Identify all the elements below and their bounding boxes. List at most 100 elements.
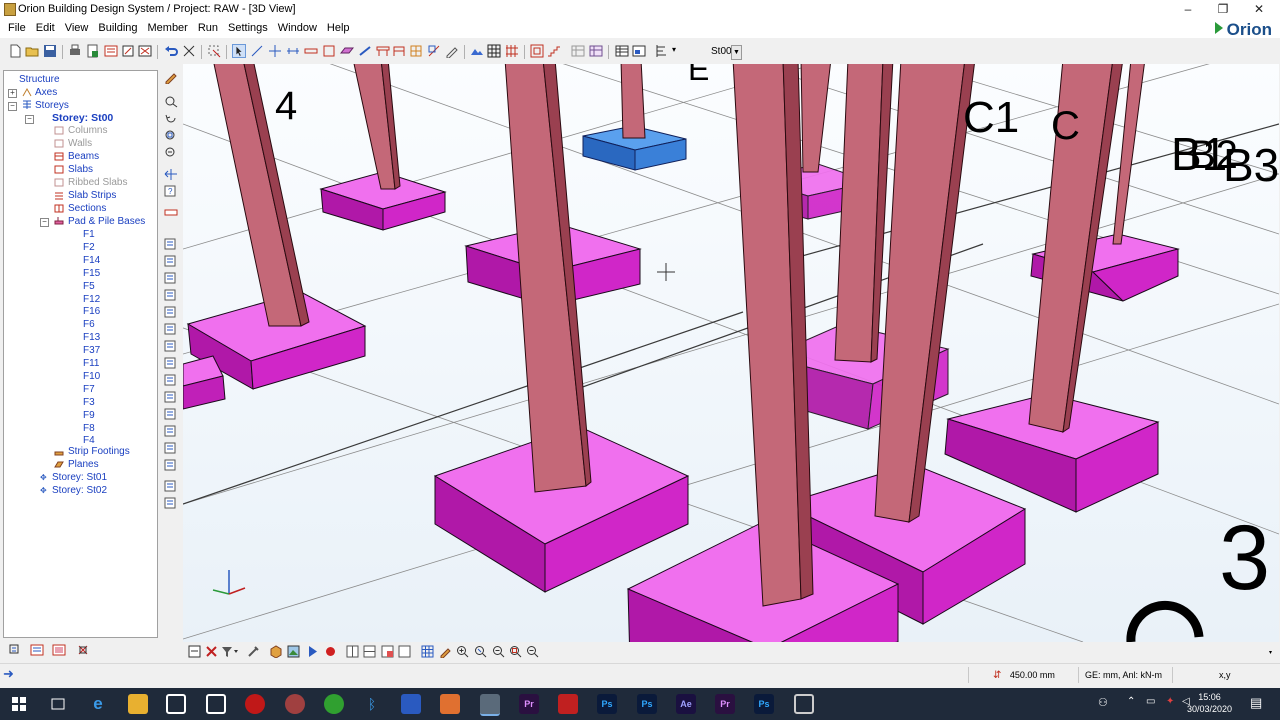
list-16-icon[interactable] [164,497,178,510]
expand-axes-icon[interactable]: + [8,89,17,98]
footing-item[interactable]: F7 [83,384,95,396]
close-x-icon[interactable] [205,645,218,658]
collapse-storey-icon[interactable]: − [25,115,34,124]
app-icon-orange[interactable] [440,694,460,714]
menu-window[interactable]: Window [273,18,322,38]
app-icon-gear[interactable] [285,694,305,714]
table-gray-icon[interactable] [571,44,585,58]
footing-item[interactable]: F11 [83,358,100,370]
edge-icon[interactable]: e [88,694,108,714]
fullscreen-icon[interactable] [398,645,411,658]
maximize-button[interactable]: ❐ [1205,0,1241,18]
spreadsheet-icon[interactable] [615,44,629,58]
footing-item[interactable]: F2 [83,242,95,254]
tree-root[interactable]: Structure [19,74,60,86]
zoom-window-bottom-icon[interactable] [509,645,522,658]
split-view-icon[interactable] [363,645,376,658]
premiere-icon-2[interactable]: Pr [715,694,735,714]
section-icon[interactable] [427,44,441,58]
window-icon[interactable] [530,44,544,58]
list-7-icon[interactable] [164,340,178,353]
list-13-icon[interactable] [164,442,178,455]
zoom-extents-icon[interactable] [492,645,505,658]
box-3d-icon[interactable] [269,645,282,658]
list-6-icon[interactable] [164,323,178,336]
photoshop-icon-2[interactable]: Ps [637,694,657,714]
footing-item[interactable]: F1 [83,229,95,241]
dimension-icon[interactable] [286,44,300,58]
column-6[interactable] [800,64,831,173]
stairs-icon[interactable] [547,44,561,58]
open-folder-icon[interactable] [25,44,39,58]
terrain-icon[interactable] [470,44,484,58]
menu-settings[interactable]: Settings [223,18,273,38]
orion-taskbar-icon[interactable] [480,694,500,716]
task-view-icon[interactable] [50,696,66,712]
beam-icon[interactable] [304,44,318,58]
word-icon[interactable] [401,694,421,714]
menu-member[interactable]: Member [143,18,193,38]
tree-member-sections[interactable]: Sections [68,203,106,215]
column-2[interactable] [353,64,401,190]
list-15-icon[interactable] [164,480,178,493]
windows-start-icon[interactable] [12,697,26,711]
footing-item[interactable]: F8 [83,423,95,435]
minimize-button[interactable]: – [1170,0,1206,18]
tray-chevron-icon[interactable]: ⌃ [1127,696,1135,707]
report-icon[interactable] [104,44,118,58]
menu-run[interactable]: Run [193,18,223,38]
after-effects-icon[interactable]: Ae [676,694,696,714]
network-icon[interactable]: ✦ [1166,696,1174,707]
acrobat-icon[interactable] [558,694,578,714]
filter-dropdown-icon[interactable] [221,645,239,658]
column-icon[interactable] [322,44,336,58]
tree-storey-st01[interactable]: Storey: St01 [52,472,107,484]
recorder-icon[interactable] [794,694,814,714]
layout-icon[interactable] [655,44,669,58]
single-view-icon[interactable] [346,645,359,658]
rotate-icon[interactable] [164,112,178,125]
grid-toggle-icon[interactable] [421,645,434,658]
app-icon-green[interactable] [324,694,344,714]
tree-filter-icon[interactable] [30,643,44,657]
footing-item[interactable]: F16 [83,306,100,318]
view-icon[interactable] [632,44,646,58]
save-icon[interactable] [43,44,57,58]
pencil-icon[interactable] [164,71,178,84]
list-11-icon[interactable] [164,408,178,421]
strip-icon[interactable] [376,44,390,58]
photoshop-icon-3[interactable]: Ps [754,694,774,714]
list-10-icon[interactable] [164,391,178,404]
3d-scene[interactable]: 4 C1 B3 3 C B1 B2 E [183,64,1279,642]
list-5-icon[interactable] [164,306,178,319]
redo-icon[interactable] [182,44,196,58]
footing-item[interactable]: F13 [83,332,100,344]
draw-line-icon[interactable] [250,44,264,58]
menu-building[interactable]: Building [93,18,142,38]
bluetooth-icon[interactable]: ᛒ [362,694,382,714]
tree-delete-icon[interactable] [76,643,90,657]
store-icon[interactable] [166,694,186,714]
tree-member-beams[interactable]: Beams [68,151,99,163]
slab-icon[interactable] [340,44,354,58]
footing-item[interactable]: F6 [83,319,95,331]
photoshop-icon[interactable]: Ps [597,694,617,714]
menu-help[interactable]: Help [322,18,355,38]
wall-icon[interactable] [358,44,372,58]
footing-item[interactable]: F9 [83,410,95,422]
zoom-previous-icon[interactable] [474,645,487,658]
zoom-all-icon[interactable] [164,146,178,159]
tree-current-storey[interactable]: Storey: St00 [52,112,113,124]
tree-settings-icon[interactable] [8,643,22,657]
footing-item[interactable]: F4 [83,435,95,447]
rebar-icon[interactable] [505,44,519,58]
frame-icon[interactable] [392,44,406,58]
resize-grip-icon[interactable]: ▾ [1269,649,1272,656]
print-preview-icon[interactable] [86,44,100,58]
zoom-out-icon[interactable] [526,645,539,658]
people-icon[interactable]: ⚇ [1098,696,1108,709]
window-frame-icon[interactable] [188,645,201,658]
tree-member-slabs[interactable]: Slabs [68,164,93,176]
zoom-icon[interactable] [164,95,178,108]
tree-strip-footings[interactable]: Strip Footings [68,446,130,458]
